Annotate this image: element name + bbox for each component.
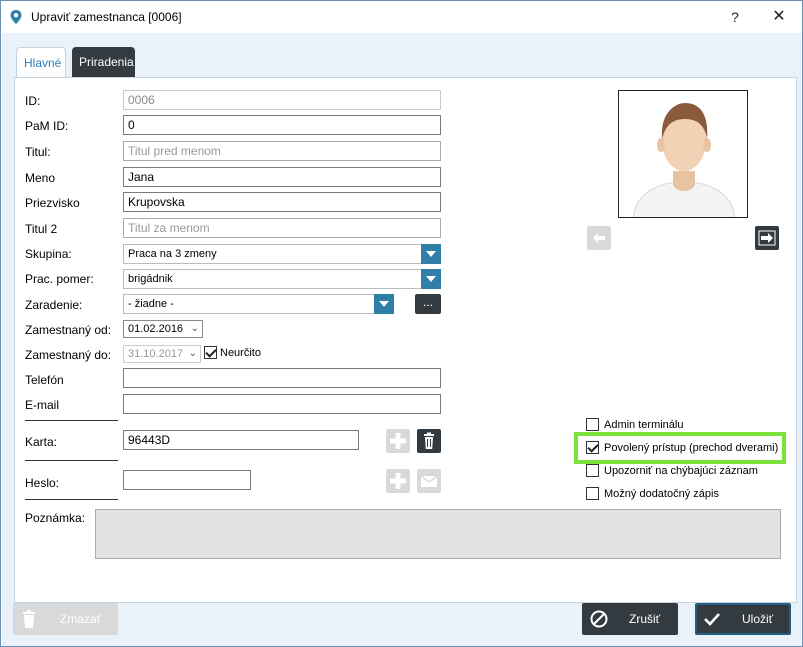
karta-field[interactable]: 96443D <box>123 430 359 450</box>
title-bar: Upraviť zamestnanca [0006] ? ✕ <box>1 1 802 33</box>
delete-button-label: Zmazať <box>60 612 102 626</box>
pam-id-label: PaM ID: <box>25 119 69 133</box>
dialog-window: Upraviť zamestnanca [0006] ? ✕ Hlavné Pr… <box>0 0 803 647</box>
add-password-button[interactable] <box>386 469 410 493</box>
cancel-button[interactable]: Zrušiť <box>582 603 678 635</box>
karta-label: Karta: <box>25 435 58 449</box>
zaradenie-select[interactable]: - žiadne - <box>123 294 394 314</box>
admin-terminalu-label: Admin terminálu <box>604 419 684 431</box>
trash-icon <box>424 432 434 449</box>
heslo-label: Heslo: <box>25 476 60 490</box>
titul-label: Titul: <box>25 145 51 159</box>
neurcito-label: Neurčito <box>220 347 261 359</box>
plus-icon <box>390 433 406 449</box>
cancel-button-label: Zrušiť <box>629 612 661 626</box>
zamestnany-do-date[interactable]: 31.10.2017 ⌄ <box>123 345 201 363</box>
chevron-down-icon[interactable] <box>421 269 441 289</box>
pam-id-field[interactable]: 0 <box>123 115 441 135</box>
upozornit-checkbox[interactable] <box>586 464 599 477</box>
photo-next-button[interactable] <box>755 226 779 250</box>
dialog-client: Hlavné Priradenia ID: 0006 PaM ID: 0 Tit… <box>2 33 801 646</box>
envelope-icon <box>420 475 438 487</box>
povoleny-pristup-checkbox[interactable] <box>586 441 599 454</box>
zaradenie-more-button[interactable]: ... <box>415 294 441 314</box>
telefon-label: Telefón <box>25 373 64 387</box>
photo-prev-button[interactable] <box>587 226 611 250</box>
separator <box>25 420 118 421</box>
zamestnany-od-value: 01.02.2016 <box>128 323 184 335</box>
plus-icon <box>390 473 406 489</box>
location-pin-icon <box>10 10 22 24</box>
neurcito-checkbox[interactable] <box>204 346 217 359</box>
meno-label: Meno <box>25 171 56 185</box>
chevron-down-icon: ⌄ <box>188 348 197 359</box>
delete-button[interactable]: Zmazať <box>13 603 118 635</box>
arrow-right-icon <box>758 230 776 246</box>
skupina-value: Praca na 3 zmeny <box>128 248 217 260</box>
close-button[interactable]: ✕ <box>767 5 791 29</box>
titul2-label: Titul 2 <box>25 222 58 236</box>
prac-pomer-value: brigádnik <box>128 273 173 285</box>
povoleny-pristup-label: Povolený prístup (prechod dverami) <box>604 442 779 454</box>
zamestnany-do-label: Zamestnaný do: <box>25 348 112 362</box>
zaradenie-value: - žiadne - <box>128 298 174 310</box>
save-button[interactable]: Uložiť <box>695 603 791 635</box>
admin-terminalu-checkbox[interactable] <box>586 418 599 431</box>
poznamka-label: Poznámka: <box>25 511 86 525</box>
avatar-placeholder-icon <box>632 103 736 217</box>
titul-field[interactable]: Titul pred menom <box>123 141 441 161</box>
main-panel: ID: 0006 PaM ID: 0 Titul: Titul pred men… <box>14 77 797 603</box>
upozornit-label: Upozorniť na chýbajúci záznam <box>604 465 758 477</box>
window-title: Upraviť zamestnanca [0006] <box>31 10 182 24</box>
delete-card-button[interactable] <box>417 429 441 453</box>
employee-photo <box>618 90 748 218</box>
checkmark-icon <box>704 613 720 626</box>
skupina-label: Skupina: <box>25 247 72 261</box>
add-card-button[interactable] <box>386 429 410 453</box>
send-password-button[interactable] <box>417 469 441 493</box>
priezvisko-field[interactable]: Krupovska <box>123 192 441 212</box>
dodatocny-zapis-checkbox[interactable] <box>586 487 599 500</box>
dodatocny-zapis-label: Možný dodatočný zápis <box>604 488 719 500</box>
id-label: ID: <box>25 94 41 108</box>
tab-priradenia[interactable]: Priradenia <box>72 47 135 77</box>
zamestnany-do-value: 31.10.2017 <box>128 348 184 360</box>
email-field[interactable] <box>123 394 441 414</box>
prac-pomer-label: Prac. pomer: <box>25 272 94 286</box>
telefon-field[interactable] <box>123 368 441 388</box>
priezvisko-label: Priezvisko <box>25 196 80 210</box>
help-button[interactable]: ? <box>723 5 747 29</box>
id-field: 0006 <box>123 90 441 110</box>
separator <box>25 460 118 461</box>
skupina-select[interactable]: Praca na 3 zmeny <box>123 244 441 264</box>
cancel-icon <box>590 610 608 628</box>
tab-hlavne[interactable]: Hlavné <box>16 47 66 78</box>
chevron-down-icon: ⌄ <box>190 323 199 334</box>
trash-icon <box>23 610 35 628</box>
meno-field[interactable]: Jana <box>123 167 441 187</box>
prac-pomer-select[interactable]: brigádnik <box>123 269 441 289</box>
chevron-down-icon[interactable] <box>421 244 441 264</box>
arrow-left-icon <box>593 233 605 243</box>
zamestnany-od-date[interactable]: 01.02.2016 ⌄ <box>123 320 203 338</box>
save-button-label: Uložiť <box>742 612 774 626</box>
separator <box>25 499 118 500</box>
email-label: E-mail <box>25 398 60 412</box>
heslo-field[interactable] <box>123 470 251 490</box>
zaradenie-label: Zaradenie: <box>25 298 83 312</box>
zamestnany-od-label: Zamestnaný od: <box>25 323 112 337</box>
titul2-field[interactable]: Titul za menom <box>123 218 441 238</box>
chevron-down-icon[interactable] <box>374 294 394 314</box>
poznamka-textarea[interactable] <box>95 509 781 559</box>
